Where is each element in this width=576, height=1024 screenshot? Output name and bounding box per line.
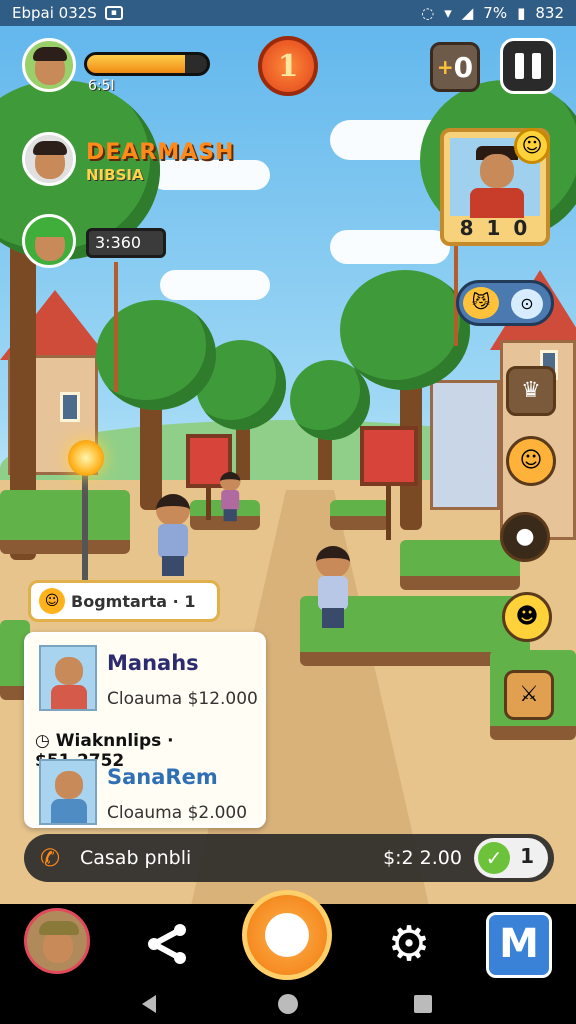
share-icon[interactable] — [146, 922, 190, 966]
chat-message[interactable]: Manahs Cloauma $12.000 — [39, 645, 263, 715]
confirm-toggle[interactable]: ✓ 1 — [474, 838, 548, 878]
villager-legs — [322, 608, 344, 628]
bottom-nav: ⚙ M — [0, 890, 576, 984]
friend-name: DEARMASH — [86, 140, 235, 165]
call-action-bar[interactable]: ✆ Casab pnbli $:2 2.00 ✓ 1 — [24, 834, 554, 882]
villager-body — [318, 576, 348, 610]
grass-platform — [0, 490, 130, 554]
npc-body — [470, 188, 524, 218]
coin-button[interactable]: +0 — [430, 42, 480, 92]
chat-icon[interactable]: ● — [500, 512, 550, 562]
sender-name: Manahs — [107, 651, 199, 675]
map-icon: ⊙ — [511, 289, 543, 319]
sender-name: SanaRem — [107, 765, 218, 789]
gear-icon[interactable]: ⚙ — [384, 920, 434, 970]
play-button[interactable] — [242, 890, 332, 980]
message-amount: Cloauma $12.000 — [107, 689, 258, 709]
sender-avatar — [39, 759, 97, 825]
pet-toggle[interactable]: 😼 ⊙ — [456, 280, 554, 326]
xp-label: 6:5I — [88, 78, 115, 94]
pause-icon — [515, 53, 524, 79]
back-icon[interactable] — [142, 995, 156, 1013]
sign-post — [386, 480, 391, 540]
friend-subtitle: NIBSIA — [86, 166, 144, 184]
plus-coin-icon: + — [436, 55, 454, 79]
call-amount: $:2 2.00 — [383, 847, 462, 869]
villager-legs — [162, 556, 184, 576]
call-label: Casab pnbli — [80, 847, 192, 869]
sword-icon[interactable]: ⚔ — [504, 670, 554, 720]
home-icon[interactable] — [278, 994, 298, 1014]
street-lamp — [68, 440, 104, 476]
shop-sign[interactable] — [360, 426, 418, 486]
avatar-hair — [33, 141, 67, 155]
pause-button[interactable] — [500, 38, 556, 94]
villager-legs — [223, 509, 237, 522]
avatar-face — [43, 931, 73, 963]
house — [430, 380, 500, 510]
clock-icon: ◷ — [35, 731, 50, 751]
crown-icon[interactable]: ♛ — [506, 366, 556, 416]
level-badge[interactable]: 1 — [258, 36, 318, 96]
clock: 832 — [535, 4, 564, 22]
player-avatar[interactable] — [22, 38, 76, 92]
message-amount: Cloauma $2.000 — [107, 803, 248, 823]
alarm-icon: ◌ — [421, 4, 435, 22]
tree — [340, 270, 470, 390]
villager-head — [316, 546, 350, 578]
avatar-helmet — [39, 921, 79, 935]
npc-head — [480, 154, 514, 188]
mail-button[interactable]: M — [486, 912, 552, 978]
rope — [114, 262, 118, 392]
speech-bubble-icon — [265, 913, 309, 957]
wifi-icon: ▾ — [444, 4, 452, 22]
recents-icon[interactable] — [414, 995, 432, 1013]
chat-message[interactable]: SanaRem Cloauma $2.000 — [39, 759, 263, 829]
friend-avatar[interactable] — [22, 132, 76, 186]
signal-icon: ◢ — [461, 4, 474, 22]
profile-button[interactable] — [24, 908, 90, 974]
villager-head — [156, 494, 190, 526]
coin-count: 0 — [453, 50, 474, 84]
lamp-post — [82, 470, 88, 590]
notification-text: Bogmtarta · 1 — [71, 591, 196, 611]
friend-avatar[interactable] — [22, 214, 76, 268]
system-nav-bar — [0, 984, 576, 1024]
smiley-icon[interactable]: ☺ — [514, 128, 550, 164]
villager-body — [158, 524, 188, 558]
villager-head — [220, 472, 241, 492]
cloud — [160, 270, 270, 300]
avatar-cap — [33, 223, 67, 237]
status-left-text: Ebpai 032S — [12, 4, 97, 22]
cat-icon: 😼 — [463, 287, 499, 319]
house-window — [60, 392, 80, 422]
villager-body — [221, 490, 240, 511]
notification-icon: ▪ — [104, 6, 123, 20]
cloud — [330, 230, 450, 264]
status-bar: Ebpai 032S ▪ ◌ ▾ ◢ 7% ▮ 832 — [0, 0, 576, 26]
xp-progress-bar — [84, 52, 210, 76]
chat-panel: Manahs Cloauma $12.000 ◷ Wiaknnlips · $5… — [24, 632, 266, 828]
pause-icon — [532, 53, 541, 79]
speech-bubble-icon: ☺ — [39, 588, 65, 614]
xp-progress-fill — [87, 55, 186, 73]
npc-card-value: 8 1 0 — [459, 216, 531, 240]
friend-score: 3:360 — [86, 228, 166, 258]
emoji-icon[interactable]: ☻ — [502, 592, 552, 642]
confirm-count: 1 — [520, 844, 534, 868]
avatar-hair — [33, 47, 67, 61]
battery-percent: 7% — [483, 4, 508, 22]
sender-avatar — [39, 645, 97, 711]
battery-icon: ▮ — [517, 4, 526, 22]
emoji-icon[interactable]: ☺ — [506, 436, 556, 486]
grass-platform — [330, 500, 390, 530]
notification-pill[interactable]: ☺ Bogmtarta · 1 — [28, 580, 220, 622]
checkmark-icon: ✓ — [478, 842, 510, 874]
phone-icon: ✆ — [40, 844, 61, 872]
